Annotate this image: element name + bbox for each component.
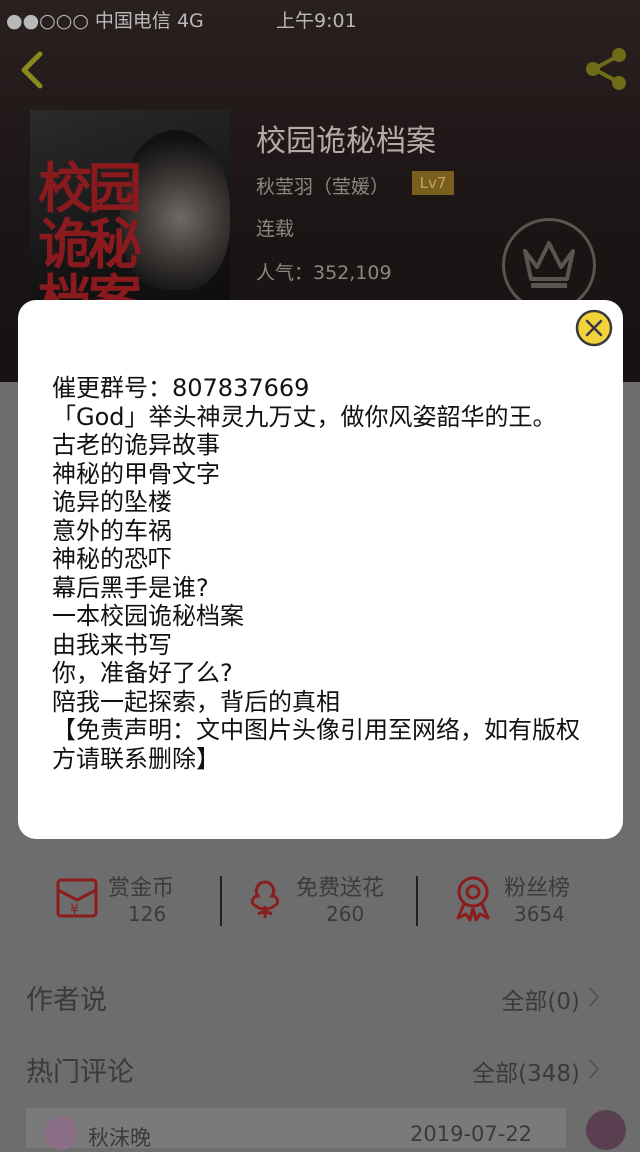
book-popularity: 人气：352,109 [256,262,392,284]
avatar [44,1116,78,1150]
share-icon [586,48,626,90]
free-flower-value: 260 [326,902,365,926]
fan-ranking-item[interactable]: 粉丝榜 3654 [448,862,598,938]
book-intro-dialog: 催更群号：807837669 「God」举头神灵九万丈，做你风姿韶华的王。 古老… [18,300,623,839]
comment-date: 2019-07-22 [410,1122,533,1146]
book-intro-text: 催更群号：807837669 「God」举头神灵九万丈，做你风姿韶华的王。 古老… [52,374,580,773]
avatar[interactable] [586,1110,626,1150]
reward-coins-value: 126 [128,902,167,926]
close-button[interactable] [574,308,614,348]
crown-icon [523,241,575,288]
share-button[interactable] [582,46,630,92]
close-icon [575,309,613,347]
fan-ranking-value: 3654 [514,902,565,926]
carrier-label: ●●○○○ 中国电信 4G [6,10,204,32]
free-flower-label: 免费送花 [296,876,385,901]
author-says-all-link[interactable]: 全部(0) [501,982,580,1016]
red-envelope-icon: ¥ [56,878,98,918]
stats-divider [416,876,418,926]
clock-label: 上午9:01 [276,10,357,32]
chevron-right-icon [589,987,600,1007]
book-status: 连载 [256,218,295,240]
book-author[interactable]: 秋莹羽（莹媛） [256,172,389,199]
crown-button[interactable] [502,218,596,312]
book-title: 校园诡秘档案 [256,124,436,159]
chevron-left-icon [21,51,43,89]
free-flower-item[interactable]: 免费送花 260 [240,862,410,938]
status-bar: ●●○○○ 中国电信 4G 上午9:01 [0,0,640,36]
author-level-badge: Lv7 [412,171,454,195]
svg-text:¥: ¥ [70,902,79,918]
chevron-right-icon [589,1059,600,1079]
ribbon-badge-icon [456,876,490,922]
hot-comments-row[interactable]: 热门评论 全部(348) [0,1036,640,1106]
stats-bar: ¥ 赏金币 126 免费送花 260 粉丝榜 3654 [0,862,640,938]
flower-icon [250,880,280,918]
author-says-row[interactable]: 作者说 全部(0) [0,964,640,1034]
reward-coins-item[interactable]: ¥ 赏金币 126 [52,862,202,938]
comment-item[interactable]: 秋沫晚 2019-07-22 [26,1108,566,1150]
comment-username: 秋沫晚 [88,1126,151,1150]
back-button[interactable] [14,48,54,92]
reward-coins-label: 赏金币 [108,876,175,901]
fan-ranking-label: 粉丝榜 [504,876,571,901]
stats-divider [220,876,222,926]
hot-comments-all-link[interactable]: 全部(348) [472,1054,580,1088]
author-says-title: 作者说 [26,985,107,1016]
hot-comments-title: 热门评论 [26,1057,134,1088]
